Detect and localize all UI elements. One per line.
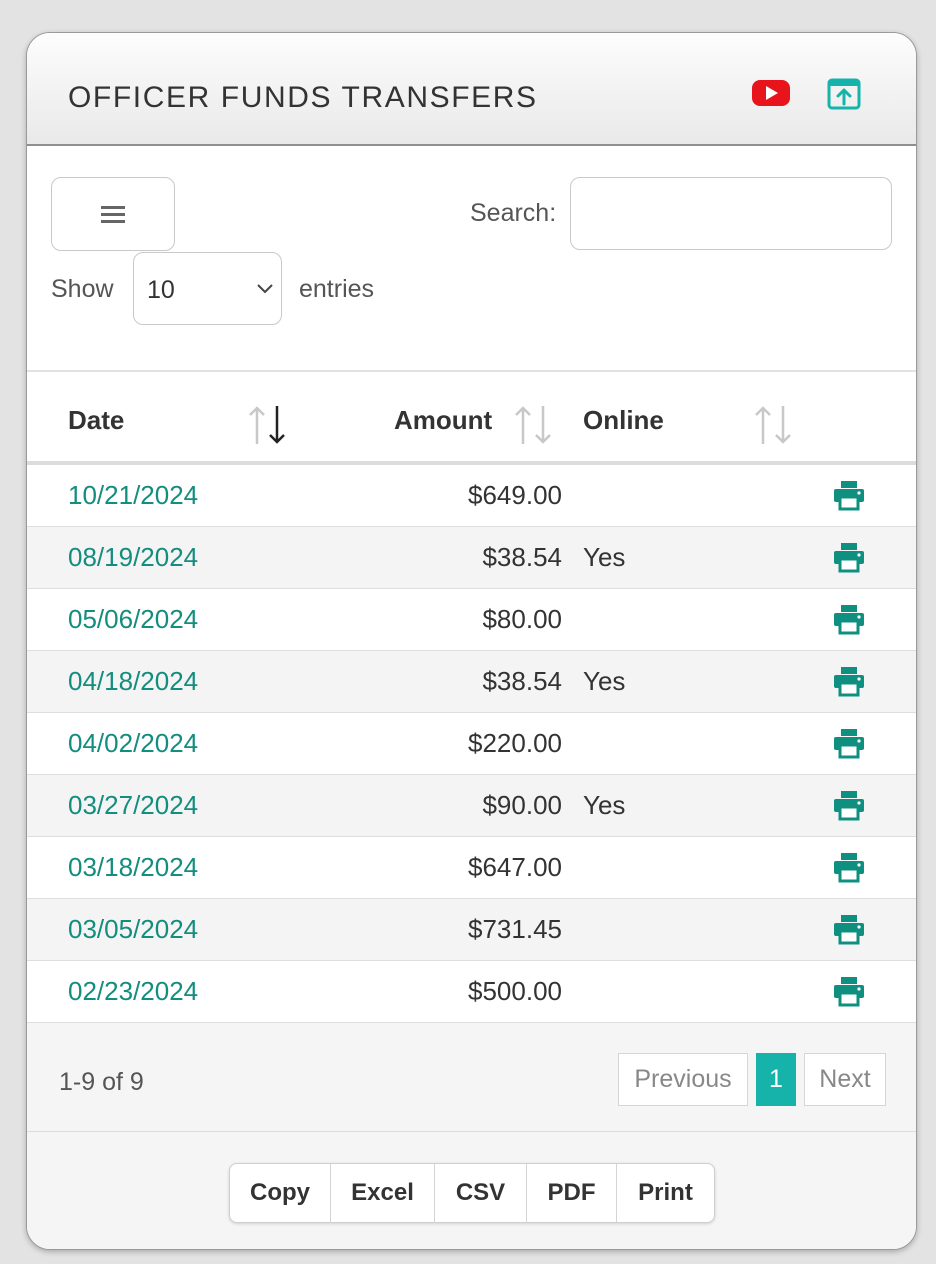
- printer-icon[interactable]: [833, 727, 865, 759]
- table-row: 03/18/2024 $647.00: [27, 837, 916, 899]
- hamburger-menu-icon: [101, 206, 125, 223]
- column-menu-button[interactable]: [51, 177, 175, 251]
- table-row: 05/06/2024 $80.00: [27, 589, 916, 651]
- youtube-icon[interactable]: [751, 79, 791, 107]
- chevron-down-icon: [257, 284, 273, 294]
- sort-icon[interactable]: [753, 404, 793, 446]
- amount-cell: $80.00: [482, 604, 562, 634]
- export-button-group: Copy Excel CSV PDF Print: [229, 1163, 715, 1223]
- amount-cell: $649.00: [468, 480, 562, 510]
- officer-funds-transfers-card: OFFICER FUNDS TRANSFERS Search: Show 10: [26, 32, 917, 1250]
- table-row: 08/19/2024 $38.54 Yes: [27, 527, 916, 589]
- table-row: 04/18/2024 $38.54 Yes: [27, 651, 916, 713]
- previous-page-button[interactable]: Previous: [618, 1053, 748, 1106]
- pdf-button[interactable]: PDF: [527, 1164, 617, 1222]
- column-header-date[interactable]: Date: [68, 405, 124, 436]
- card-header: OFFICER FUNDS TRANSFERS: [27, 33, 916, 146]
- amount-cell: $647.00: [468, 852, 562, 882]
- table-row: 03/05/2024 $731.45: [27, 899, 916, 961]
- open-external-icon[interactable]: [826, 77, 862, 111]
- online-cell: Yes: [583, 790, 626, 820]
- entries-length-select[interactable]: 10: [133, 252, 282, 325]
- show-label: Show: [51, 275, 114, 303]
- amount-cell: $220.00: [468, 728, 562, 758]
- excel-button[interactable]: Excel: [331, 1164, 435, 1222]
- printer-icon[interactable]: [833, 975, 865, 1007]
- amount-cell: $38.54: [482, 542, 562, 572]
- next-page-button[interactable]: Next: [804, 1053, 886, 1106]
- footer-divider: [27, 1131, 916, 1132]
- search-input[interactable]: [570, 177, 892, 250]
- transfers-table: Date Amount Online 10/21/2024 $649.00 08…: [27, 370, 916, 1023]
- date-link[interactable]: 02/23/2024: [68, 976, 198, 1007]
- printer-icon[interactable]: [833, 913, 865, 945]
- table-row: 03/27/2024 $90.00 Yes: [27, 775, 916, 837]
- copy-button[interactable]: Copy: [230, 1164, 331, 1222]
- table-row: 04/02/2024 $220.00: [27, 713, 916, 775]
- printer-icon[interactable]: [833, 541, 865, 573]
- column-header-online[interactable]: Online: [583, 405, 664, 436]
- entries-label: entries: [299, 275, 375, 303]
- amount-cell: $90.00: [482, 790, 562, 820]
- date-link[interactable]: 03/18/2024: [68, 852, 198, 883]
- amount-cell: $500.00: [468, 976, 562, 1006]
- search-label: Search:: [470, 199, 557, 227]
- amount-cell: $38.54: [482, 666, 562, 696]
- card-title: OFFICER FUNDS TRANSFERS: [68, 81, 538, 114]
- printer-icon[interactable]: [833, 851, 865, 883]
- printer-icon[interactable]: [833, 665, 865, 697]
- table-row: 10/21/2024 $649.00: [27, 465, 916, 527]
- print-button[interactable]: Print: [617, 1164, 714, 1222]
- date-link[interactable]: 03/27/2024: [68, 790, 198, 821]
- column-header-amount[interactable]: Amount: [394, 405, 492, 436]
- online-cell: Yes: [583, 542, 626, 572]
- date-link[interactable]: 04/02/2024: [68, 728, 198, 759]
- date-link[interactable]: 10/21/2024: [68, 480, 198, 511]
- printer-icon[interactable]: [833, 789, 865, 821]
- sort-descending-icon[interactable]: [247, 404, 287, 446]
- table-body: 10/21/2024 $649.00 08/19/2024 $38.54 Yes…: [27, 465, 916, 1023]
- entries-length-value: 10: [147, 276, 175, 304]
- csv-button[interactable]: CSV: [435, 1164, 527, 1222]
- printer-icon[interactable]: [833, 603, 865, 635]
- date-link[interactable]: 03/05/2024: [68, 914, 198, 945]
- table-header: Date Amount Online: [27, 372, 916, 465]
- amount-cell: $731.45: [468, 914, 562, 944]
- table-info: 1-9 of 9: [59, 1068, 144, 1096]
- table-row: 02/23/2024 $500.00: [27, 961, 916, 1023]
- date-link[interactable]: 05/06/2024: [68, 604, 198, 635]
- printer-icon[interactable]: [833, 479, 865, 511]
- date-link[interactable]: 08/19/2024: [68, 542, 198, 573]
- online-cell: Yes: [583, 666, 626, 696]
- sort-icon[interactable]: [513, 404, 553, 446]
- date-link[interactable]: 04/18/2024: [68, 666, 198, 697]
- page-1-button[interactable]: 1: [756, 1053, 796, 1106]
